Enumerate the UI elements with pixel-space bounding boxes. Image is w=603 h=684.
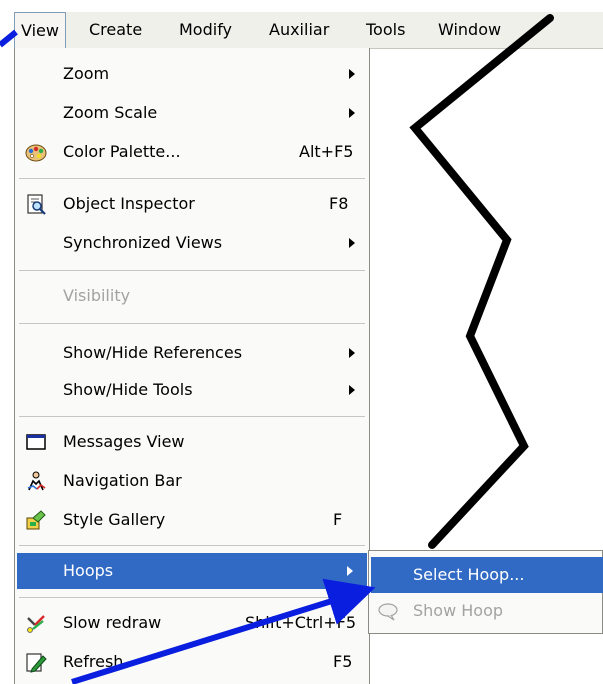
speech-bubble-icon <box>378 603 398 621</box>
menu-item-color-palette[interactable]: Color Palette... Alt+F5 <box>15 134 369 170</box>
menu-item-zoom[interactable]: Zoom <box>15 56 369 92</box>
menu-item-label: Slow redraw <box>63 613 162 632</box>
menu-item-label: Object Inspector <box>63 194 195 213</box>
submenu-item-show-hoop: Show Hoop <box>371 593 603 629</box>
menu-auxiliar[interactable]: Auxiliar <box>269 12 329 48</box>
menu-item-label: Style Gallery <box>63 510 166 529</box>
menu-item-shortcut: Alt+F5 <box>299 142 354 161</box>
menu-item-visibility: Visibility <box>15 278 369 314</box>
menu-item-shortcut: F <box>333 510 343 529</box>
menu-window[interactable]: Window <box>438 12 501 48</box>
menu-bar: View Create Modify Auxiliar Tools Window <box>14 12 603 49</box>
style-gallery-icon <box>26 510 46 530</box>
menu-separator <box>19 416 365 417</box>
menu-modify[interactable]: Modify <box>179 12 232 48</box>
menu-item-messages-view[interactable]: Messages View <box>15 424 369 460</box>
submenu-arrow-icon <box>349 238 355 248</box>
submenu-arrow-icon <box>349 69 355 79</box>
inspector-icon <box>27 194 46 215</box>
menu-item-show-hide-references[interactable]: Show/Hide References <box>15 335 369 371</box>
menu-item-label: Color Palette... <box>63 142 181 161</box>
menu-item-label: Visibility <box>63 286 131 305</box>
menu-item-hoops[interactable]: Hoops <box>17 553 367 589</box>
menu-item-synchronized-views[interactable]: Synchronized Views <box>15 225 369 261</box>
submenu-arrow-icon <box>349 385 355 395</box>
menu-item-label: Synchronized Views <box>63 233 223 252</box>
menu-item-label: Messages View <box>63 432 185 451</box>
refresh-icon <box>26 653 47 673</box>
menu-item-label: Zoom Scale <box>63 103 158 122</box>
menu-item-navigation-bar[interactable]: Navigation Bar <box>15 463 369 499</box>
menu-item-shortcut: F8 <box>329 194 349 213</box>
menu-tools[interactable]: Tools <box>366 12 405 48</box>
menu-create[interactable]: Create <box>89 12 142 48</box>
menu-item-label: Navigation Bar <box>63 471 182 490</box>
menu-item-label: Select Hoop... <box>413 565 525 584</box>
menu-item-label: Refresh <box>63 652 124 671</box>
menu-separator <box>19 323 365 324</box>
hoops-submenu: Select Hoop... Show Hoop <box>368 550 603 634</box>
menu-separator <box>19 270 365 271</box>
menu-item-zoom-scale[interactable]: Zoom Scale <box>15 95 369 131</box>
menu-separator <box>19 597 365 598</box>
menu-item-shortcut: F5 <box>333 652 353 671</box>
palette-icon <box>25 144 47 162</box>
slow-redraw-icon <box>27 615 45 633</box>
menu-item-label: Zoom <box>63 64 110 83</box>
menu-item-object-inspector[interactable]: Object Inspector F8 <box>15 186 369 222</box>
submenu-arrow-icon <box>349 108 355 118</box>
submenu-arrow-icon <box>349 348 355 358</box>
submenu-item-select-hoop[interactable]: Select Hoop... <box>371 557 603 593</box>
menu-item-label: Show Hoop <box>413 601 504 620</box>
zigzag-line <box>409 14 554 549</box>
menu-item-label: Hoops <box>63 561 114 580</box>
menu-view[interactable]: View <box>14 12 66 48</box>
menu-item-show-hide-tools[interactable]: Show/Hide Tools <box>15 372 369 408</box>
menu-item-style-gallery[interactable]: Style Gallery F <box>15 502 369 538</box>
view-dropdown-menu: Zoom Zoom Scale Color Palette... Alt+F5 … <box>14 48 370 684</box>
window-icon <box>26 434 46 450</box>
menu-separator <box>19 545 365 546</box>
menu-item-slow-redraw[interactable]: Slow redraw Shift+Ctrl+F5 <box>15 605 369 641</box>
menu-item-label: Show/Hide References <box>63 343 243 362</box>
menu-item-shortcut: Shift+Ctrl+F5 <box>245 613 357 632</box>
menu-item-label: Show/Hide Tools <box>63 380 193 399</box>
navigation-icon <box>27 471 46 491</box>
submenu-arrow-icon <box>347 566 353 576</box>
menu-item-refresh[interactable]: Refresh F5 <box>15 644 369 680</box>
menu-separator <box>19 178 365 179</box>
